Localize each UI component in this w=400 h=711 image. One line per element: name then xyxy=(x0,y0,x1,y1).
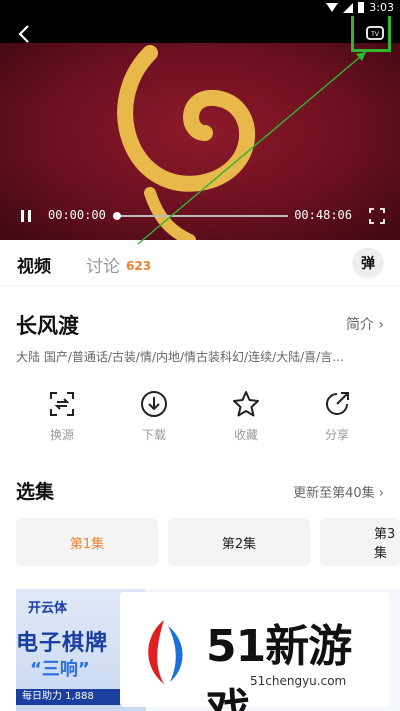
star-icon xyxy=(233,391,259,417)
download-label: 下载 xyxy=(141,428,166,442)
watermark-url: 51chengyu.com xyxy=(250,674,347,688)
show-tags: 大陆 国产/普通话/古装/情/内地/情古装科幻/连续/大陆/喜/言... xyxy=(16,350,344,364)
tab-video[interactable]: 视频 xyxy=(17,252,51,277)
switch-source-icon xyxy=(50,392,74,416)
ad-headline: 电子棋牌 xyxy=(16,631,109,656)
action-row: 换源 下载 收藏 分享 xyxy=(0,390,400,450)
intro-link[interactable]: 简介 › xyxy=(346,314,384,334)
watermark-text: 51新游戏 xyxy=(206,621,352,711)
episode-item[interactable]: 第3集 xyxy=(320,518,400,566)
share-icon xyxy=(326,392,349,415)
share-button[interactable]: 分享 xyxy=(307,390,367,443)
danmu-toggle-button[interactable]: 弹 xyxy=(352,248,384,278)
episodes-heading: 选集 xyxy=(16,481,55,503)
switch-source-label: 换源 xyxy=(49,428,74,442)
show-title: 长风渡 xyxy=(16,314,79,338)
favorite-label: 收藏 xyxy=(233,428,258,442)
content-tabs: 视频 讨论 623 弹 xyxy=(0,240,400,286)
download-icon xyxy=(141,391,167,417)
switch-source-button[interactable]: 换源 xyxy=(32,390,92,443)
episode-item[interactable]: 第1集 xyxy=(16,518,158,566)
episode-item[interactable]: 第2集 xyxy=(168,518,310,566)
episodes-update-link[interactable]: 更新至第40集 › xyxy=(293,482,384,501)
discuss-count-badge: 623 xyxy=(126,259,152,273)
tab-discuss[interactable]: 讨论 xyxy=(86,252,120,277)
ad-footer: 每日助力 1,888 xyxy=(16,689,136,705)
watermark: 51新游戏 51chengyu.com xyxy=(120,592,390,711)
episode-list: 第1集 第2集 第3集 xyxy=(16,518,400,566)
share-label: 分享 xyxy=(324,428,349,442)
favorite-button[interactable]: 收藏 xyxy=(216,390,276,443)
watermark-logo-icon xyxy=(148,620,183,684)
ad-subheadline: “三响” xyxy=(30,659,90,680)
download-button[interactable]: 下载 xyxy=(124,390,184,443)
ad-brand: 开云体 xyxy=(28,601,68,616)
